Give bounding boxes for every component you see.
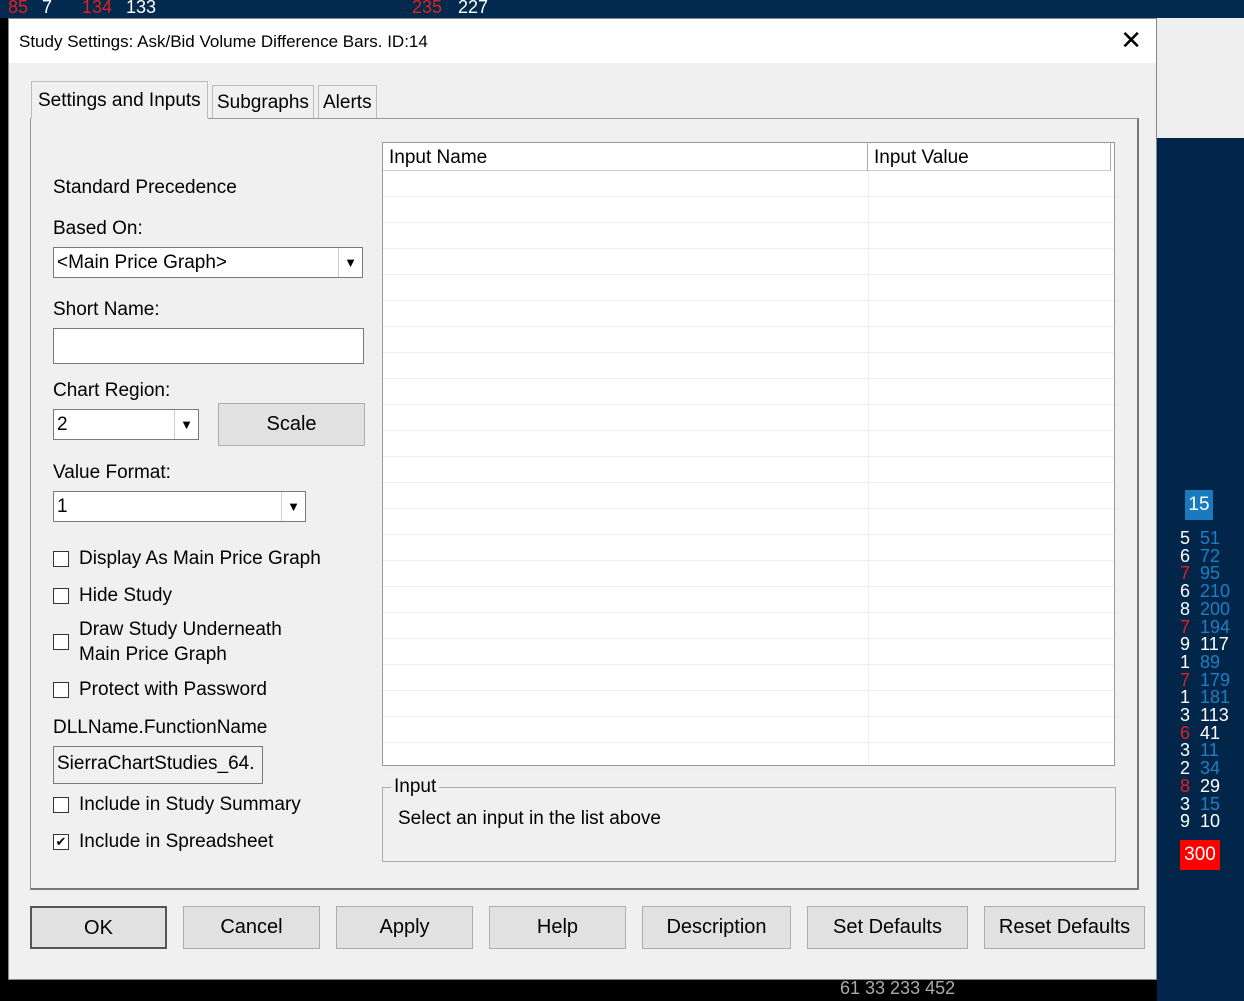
chart-number: 235 [412,0,443,17]
ladder-row: 9 10 [1180,811,1244,832]
display-as-main-checkbox[interactable] [53,551,69,567]
price-badge: 15 [1185,490,1213,520]
ladder-right: 10 [1200,811,1221,832]
input-group-title: Input [391,776,440,798]
chart-number: 85 [8,0,29,17]
value-format-select[interactable]: 1 ▼ [53,491,306,522]
ladder-left: 9 [1180,811,1191,832]
table-row[interactable] [383,639,1114,665]
short-name-input[interactable] [53,328,364,364]
hide-study-checkbox[interactable] [53,588,69,604]
dll-label: DLLName.FunctionName [53,717,268,738]
column-header-input-value[interactable]: Input Value [868,143,1111,171]
include-summary-label: Include in Study Summary [79,794,301,815]
value-format-value: 1 [57,496,68,517]
title-bar: Study Settings: Ask/Bid Volume Differenc… [9,19,1156,63]
ok-button[interactable]: OK [30,906,167,949]
table-row[interactable] [383,691,1114,717]
close-icon[interactable]: ✕ [1120,25,1142,56]
dll-field: SierraChartStudies_64. [53,746,263,784]
chart-region-label: Chart Region: [53,380,171,401]
based-on-select[interactable]: <Main Price Graph> ▼ [53,247,363,278]
based-on-label: Based On: [53,218,143,239]
table-row[interactable] [383,587,1114,613]
value-format-label: Value Format: [53,462,171,483]
table-row[interactable] [383,275,1114,301]
standard-precedence-label: Standard Precedence [53,177,237,198]
tab-settings-and-inputs[interactable]: Settings and Inputs [31,81,208,119]
table-row[interactable] [383,327,1114,353]
description-button[interactable]: Description [642,906,791,949]
table-row[interactable] [383,535,1114,561]
table-row[interactable] [383,743,1114,769]
volume-badge: 300 [1180,840,1220,870]
chart-number: 134 [82,0,113,17]
tab-subgraphs[interactable]: Subgraphs [212,85,314,119]
table-row[interactable] [383,249,1114,275]
table-row[interactable] [383,353,1114,379]
table-row[interactable] [383,613,1114,639]
table-row[interactable] [383,405,1114,431]
table-row[interactable] [383,457,1114,483]
table-row[interactable] [383,301,1114,327]
display-as-main-label: Display As Main Price Graph [79,548,321,569]
reset-defaults-button[interactable]: Reset Defaults [984,906,1145,949]
chevron-down-icon: ▼ [338,248,362,277]
chart-background-right: 15 300 [1157,18,1244,1001]
include-summary-checkbox[interactable] [53,797,69,813]
chart-region-select[interactable]: 2 ▼ [53,409,199,440]
set-defaults-button[interactable]: Set Defaults [807,906,968,949]
dialog-title: Study Settings: Ask/Bid Volume Differenc… [19,32,428,51]
chart-region-value: 2 [57,414,68,435]
draw-underneath-label: Draw Study Underneath [79,619,282,640]
table-row[interactable] [383,717,1114,743]
table-row[interactable] [383,171,1114,197]
short-name-label: Short Name: [53,299,160,320]
table-row[interactable] [383,665,1114,691]
chevron-down-icon: ▼ [174,410,198,439]
include-spreadsheet-checkbox[interactable]: ✔ [53,834,69,850]
based-on-value: <Main Price Graph> [57,252,228,273]
ladder-numbers: 5 51 6 72 7 95 6 210 8 200 7 194 9 117 1 89 7 17… [1180,529,1244,832]
chart-number: 133 [126,0,157,17]
hide-study-label: Hide Study [79,585,172,606]
bottom-numbers: 61 33 233 452 [840,978,956,998]
table-row[interactable] [383,379,1114,405]
inputs-table: Input Name Input Value [382,142,1115,769]
include-spreadsheet-label: Include in Spreadsheet [79,831,274,852]
study-settings-dialog: Study Settings: Ask/Bid Volume Differenc… [8,18,1157,980]
scale-button[interactable]: Scale [218,403,365,446]
tab-alerts[interactable]: Alerts [318,85,377,119]
table-row[interactable] [383,431,1114,457]
table-row[interactable] [383,483,1114,509]
draw-underneath-label-2: Main Price Graph [79,644,227,665]
draw-underneath-checkbox[interactable] [53,634,69,650]
apply-button[interactable]: Apply [336,906,473,949]
table-row[interactable] [383,223,1114,249]
help-button[interactable]: Help [489,906,626,949]
column-header-input-name[interactable]: Input Name [383,143,868,171]
chevron-down-icon: ▼ [281,492,305,521]
protect-password-checkbox[interactable] [53,682,69,698]
table-row[interactable] [383,509,1114,535]
table-row[interactable] [383,561,1114,587]
protect-password-label: Protect with Password [79,679,267,700]
input-group: Input Select an input in the list above [382,776,1116,862]
chart-number: 227 [458,0,489,17]
table-row[interactable] [383,197,1114,223]
cancel-button[interactable]: Cancel [183,906,320,949]
chart-background-top: 85 7 134 133 235 227 [0,0,1244,18]
input-hint: Select an input in the list above [398,808,662,829]
chart-number: 7 [42,0,53,17]
